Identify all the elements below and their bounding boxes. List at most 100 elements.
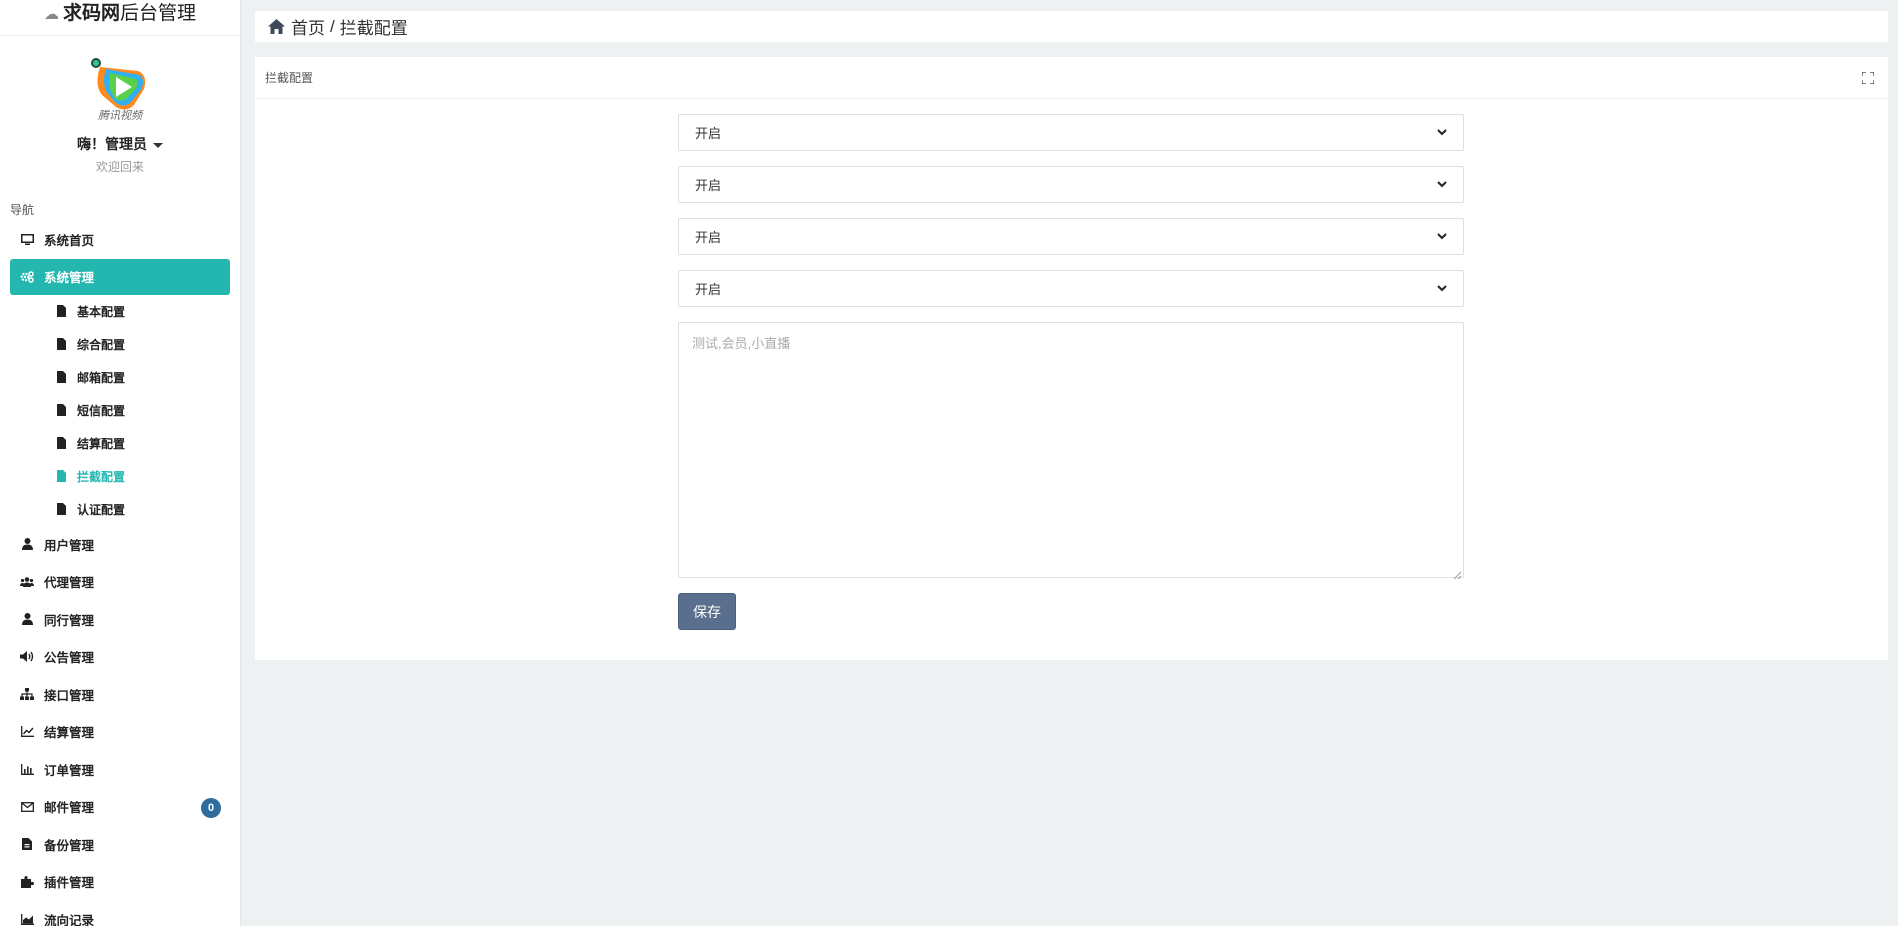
avatar[interactable]: 腾讯视频 (86, 55, 154, 123)
nav-item-system[interactable]: 系统管理 (10, 258, 230, 295)
user-icon (20, 612, 34, 626)
nav-item-agents[interactable]: 代理管理 (10, 563, 230, 601)
textarea-placeholder: 测试,会员,小直播 (692, 336, 791, 351)
nav-item-label: 订单管理 (44, 763, 95, 778)
sub-item-intercept[interactable]: 拦截配置 (0, 460, 240, 493)
select-value: 开启 (695, 178, 722, 193)
logo-text: 腾讯视频 (98, 109, 144, 122)
nav-item-label: 系统首页 (44, 234, 95, 249)
home-icon[interactable] (268, 19, 285, 34)
admin-menu[interactable]: 嗨！管理员 (0, 134, 240, 154)
sub-item-label: 短信配置 (77, 403, 126, 418)
nav-item-settlement[interactable]: 结算管理 (10, 713, 230, 751)
get-intercept-select[interactable]: 开启 (678, 166, 1464, 203)
welcome-text: 欢迎回来 (95, 160, 144, 174)
chevron-down-icon (1437, 129, 1447, 136)
panel-title: 拦截配置 (265, 71, 314, 85)
cloud-icon: ☁ (43, 6, 59, 23)
pay-intercept-select[interactable]: 开启 (678, 270, 1464, 307)
intercept-content-textarea[interactable]: 测试,会员,小直播 (678, 322, 1464, 580)
volume-icon (20, 650, 34, 664)
file-icon (57, 371, 67, 383)
nav-item-orders[interactable]: 订单管理 (10, 751, 230, 789)
breadcrumb-home[interactable]: 首页 (291, 14, 325, 39)
nav-item-users[interactable]: 用户管理 (10, 526, 230, 564)
sub-item-auth[interactable]: 认证配置 (0, 493, 240, 526)
nav-item-label: 邮件管理 (44, 801, 95, 816)
nav-item-mail[interactable]: 邮件管理 0 (10, 788, 230, 826)
nav-item-label: 流向记录 (44, 913, 95, 926)
nav-item-label: 代理管理 (44, 576, 95, 591)
sub-item-sms[interactable]: 短信配置 (0, 394, 240, 427)
nav-item-announcements[interactable]: 公告管理 (10, 638, 230, 676)
sub-item-mail[interactable]: 邮箱配置 (0, 361, 240, 394)
nav-item-label: 结算管理 (44, 726, 95, 741)
envelope-icon (20, 800, 34, 814)
file-icon (57, 470, 67, 482)
select-value: 开启 (695, 230, 722, 245)
user-icon (20, 537, 34, 551)
nav-item-api[interactable]: 接口管理 (10, 676, 230, 714)
brand-name: 求码网 (62, 3, 120, 24)
nav-item-label: 系统管理 (44, 271, 95, 285)
breadcrumb-current: 拦截配置 (339, 19, 408, 38)
breadcrumb: 首页 / 拦截配置 (255, 11, 1888, 42)
config-panel: 拦截配置 POST拦截 开启 GET拦截 开启 cookie拦截 开启 支付拦截… (255, 57, 1888, 660)
mail-count-badge: 0 (201, 798, 221, 818)
nav-item-label: 插件管理 (44, 876, 95, 891)
sub-item-basic[interactable]: 基本配置 (0, 295, 240, 328)
sub-item-label: 拦截配置 (77, 469, 126, 484)
file-icon (57, 338, 67, 350)
sub-item-settlement[interactable]: 结算配置 (0, 427, 240, 460)
profile: 腾讯视频 嗨！管理员 欢迎回来 (0, 36, 240, 175)
nav-item-label: 用户管理 (44, 538, 95, 553)
file-icon (57, 404, 67, 416)
sidebar: ☁ 求码网后台管理 腾讯视频 嗨！管理员 欢迎回来 导航 系统首页 系统管理 基… (0, 0, 241, 926)
nav-item-label: 同行管理 (44, 613, 95, 628)
line-chart-icon (20, 725, 34, 739)
monitor-icon (20, 233, 34, 247)
sub-item-label: 认证配置 (77, 502, 126, 517)
nav-item-backup[interactable]: 备份管理 (10, 826, 230, 864)
nav-item-label: 接口管理 (44, 688, 95, 703)
nav-item-peers[interactable]: 同行管理 (10, 601, 230, 639)
file-icon (20, 837, 34, 851)
nav-item-home[interactable]: 系统首页 (10, 221, 230, 259)
admin-name: 嗨！管理员 (77, 136, 147, 152)
brand-suffix: 后台管理 (120, 3, 197, 24)
area-chart-icon (20, 912, 34, 926)
sitemap-icon (20, 687, 34, 701)
sub-item-label: 基本配置 (77, 304, 126, 319)
chevron-down-icon (1437, 233, 1447, 240)
bar-chart-icon (20, 762, 34, 776)
chevron-down-icon (1437, 285, 1447, 292)
breadcrumb-separator: / (330, 16, 335, 36)
select-value: 开启 (695, 282, 722, 297)
gears-icon (20, 270, 34, 284)
chevron-down-icon (1437, 181, 1447, 188)
cookie-intercept-select[interactable]: 开启 (678, 218, 1464, 255)
sub-item-label: 结算配置 (77, 436, 126, 451)
file-icon (57, 437, 67, 449)
fullscreen-icon[interactable] (1862, 71, 1874, 84)
brand[interactable]: ☁ 求码网后台管理 (0, 0, 240, 36)
resize-grip-icon[interactable] (1453, 567, 1462, 580)
nav-item-flow[interactable]: 流向记录 (10, 901, 230, 926)
file-icon (57, 305, 67, 317)
sub-item-label: 综合配置 (77, 337, 126, 352)
nav-item-label: 公告管理 (44, 651, 95, 666)
post-intercept-select[interactable]: 开启 (678, 114, 1464, 151)
file-icon (57, 503, 67, 515)
nav-item-label: 备份管理 (44, 838, 95, 853)
panel-header: 拦截配置 (255, 57, 1888, 99)
nav-item-plugins[interactable]: 插件管理 (10, 863, 230, 901)
puzzle-icon (20, 875, 34, 889)
sub-item-label: 邮箱配置 (77, 370, 126, 385)
nav-list: 系统首页 系统管理 基本配置 综合配置 邮箱配置 短信配置 结算配置 拦截配置 … (0, 221, 240, 926)
save-button[interactable]: 保存 (678, 593, 736, 630)
users-icon (20, 575, 34, 589)
nav-title: 导航 (10, 203, 35, 217)
select-value: 开启 (695, 126, 722, 141)
sub-item-general[interactable]: 综合配置 (0, 328, 240, 361)
caret-down-icon (153, 142, 163, 148)
